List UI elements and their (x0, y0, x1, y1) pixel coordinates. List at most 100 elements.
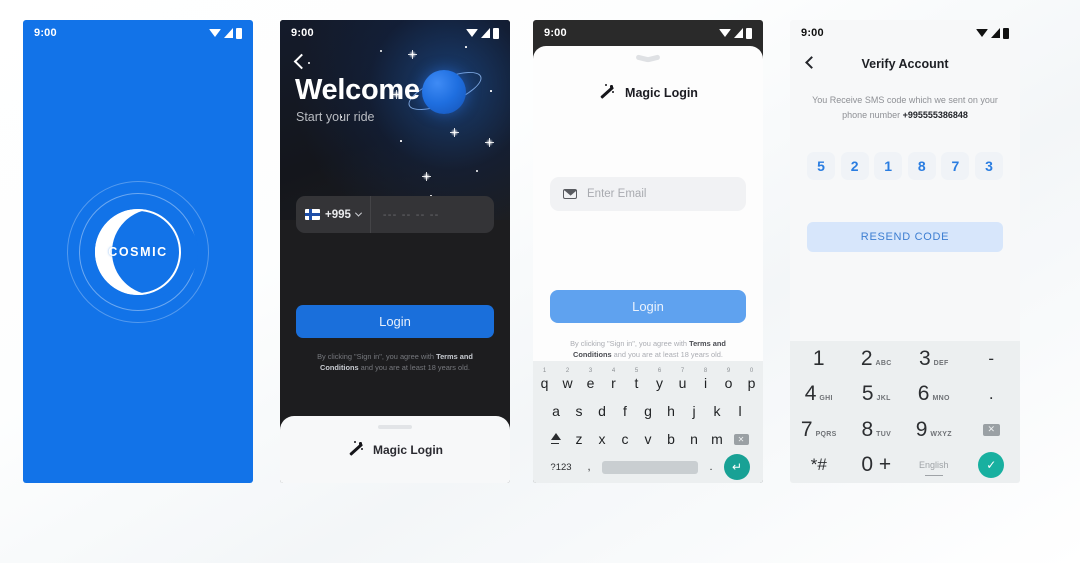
magic-login-sheet[interactable]: Magic Login (280, 416, 510, 483)
keypad-letters: DEF (933, 359, 949, 367)
country-code-selector[interactable]: +995 (296, 196, 371, 233)
login-button[interactable]: Login (550, 290, 746, 323)
wifi-icon (719, 29, 731, 37)
key-n[interactable]: n (684, 431, 704, 447)
key-z[interactable]: z (569, 431, 589, 447)
key-p[interactable]: 0p (742, 368, 762, 391)
keypad-letters: WXYZ (930, 430, 952, 438)
numeric-keypad[interactable]: 1 2 ABC 3 DEF - 4 GHI 5 JKL 6 MNO. 7 PQRS 8 TUV 9 WXYZ ✕ *#… (790, 341, 1020, 483)
space-key[interactable] (602, 460, 698, 474)
keyboard-row-3: zxcvbnm ✕ (533, 425, 763, 453)
key-r[interactable]: 4r (604, 368, 624, 391)
key-w[interactable]: 2w (558, 368, 578, 391)
otp-digit-2[interactable]: 2 (840, 152, 869, 181)
resend-code-button[interactable]: RESEND CODE (807, 222, 1003, 253)
otp-digit-6[interactable]: 3 (974, 152, 1003, 181)
keypad-key-6[interactable]: 6 MNO (918, 382, 950, 406)
key-j[interactable]: j (684, 403, 704, 419)
key-t[interactable]: 5t (627, 368, 647, 391)
keypad-digit: 8 (861, 417, 874, 441)
screen-splash: 9:00 COSMIC (23, 20, 253, 483)
keypad-key-2[interactable]: 2 ABC (861, 347, 892, 371)
otp-digit-1[interactable]: 5 (807, 152, 835, 181)
keypad-key-3[interactable]: 3 DEF (919, 347, 949, 371)
envelope-icon (563, 189, 577, 199)
key-e[interactable]: 3e (581, 368, 601, 391)
key-u[interactable]: 7u (673, 368, 693, 391)
comma-key[interactable]: , (580, 461, 598, 473)
chevron-down-handle-icon[interactable] (636, 56, 660, 65)
period-key[interactable]: . (702, 461, 720, 473)
key-c[interactable]: c (615, 431, 635, 447)
terms-text: By clicking "Sign in", you agree with Te… (310, 351, 480, 374)
back-chevron-icon[interactable] (805, 56, 818, 69)
key-v[interactable]: v (638, 431, 658, 447)
keypad-key-8[interactable]: 8 TUV (861, 418, 891, 442)
key-h[interactable]: h (661, 403, 681, 419)
keypad-key-*#[interactable]: *# (811, 455, 827, 475)
otp-digit-5[interactable]: 7 (941, 152, 970, 181)
keyboard-row-1: 1q2w3e4r5t6y7u8i9o0p (533, 368, 763, 397)
key-f[interactable]: f (615, 403, 635, 419)
keypad-letters: JKL (876, 395, 891, 403)
key-g[interactable]: g (638, 403, 658, 419)
key-o[interactable]: 9o (719, 368, 739, 391)
enter-key[interactable]: ↵ (724, 454, 750, 480)
qwerty-keyboard[interactable]: 1q2w3e4r5t6y7u8i9o0p asdfghjkl zxcvbnm ✕… (533, 361, 763, 483)
keypad-key-0[interactable]: 0 + (861, 453, 891, 477)
keypad-key-9[interactable]: 9 WXYZ (916, 418, 952, 442)
key-superscript: 8 (703, 367, 708, 374)
screen-welcome: 9:00 Welcome Start your ride +995 --- --… (280, 20, 510, 483)
key-superscript: 1 (542, 367, 547, 374)
key-l[interactable]: l (730, 403, 750, 419)
page-title: Magic Login (625, 85, 698, 100)
keypad-key-1[interactable]: 1 (813, 347, 825, 371)
signal-icon (991, 28, 1000, 38)
keypad-digit: 1 (812, 346, 825, 370)
keypad-key-5[interactable]: 5 JKL (862, 382, 891, 406)
sheet-header: Magic Login (533, 84, 763, 101)
keypad-digit: 5 (861, 382, 874, 406)
key-i[interactable]: 8i (696, 368, 716, 391)
keypad-digit: 4 (804, 382, 817, 406)
key-a[interactable]: a (546, 403, 566, 419)
battery-icon (493, 27, 499, 39)
keypad-digit: 6 (917, 382, 930, 406)
key-y[interactable]: 6y (650, 368, 670, 391)
phone-number-input[interactable]: --- -- -- -- (371, 209, 440, 221)
key-m[interactable]: m (707, 431, 727, 447)
keypad-language[interactable]: English (919, 460, 949, 470)
login-button[interactable]: Login (296, 305, 494, 338)
key-x[interactable]: x (592, 431, 612, 447)
terms-prefix: By clicking "Sign in", you agree with (317, 352, 437, 361)
keypad-key-7[interactable]: 7 PQRS (801, 418, 837, 442)
terms-suffix: and you are at least 18 years old. (611, 350, 723, 360)
keypad-backspace[interactable]: ✕ (982, 423, 1000, 436)
backspace-key[interactable]: ✕ (730, 433, 752, 445)
keypad-key-4[interactable]: 4 GHI (805, 382, 833, 406)
shift-key[interactable] (544, 433, 566, 445)
email-input[interactable]: Enter Email (587, 188, 646, 200)
status-icons (719, 27, 752, 39)
wifi-icon (466, 29, 478, 37)
keypad-key-.[interactable]: . (989, 384, 994, 404)
verify-description: You Receive SMS code which we sent on yo… (812, 93, 998, 122)
page-title: Verify Account (861, 57, 949, 71)
symbols-key[interactable]: ?123 (546, 462, 576, 473)
keypad-confirm[interactable]: ✓ (978, 452, 1005, 479)
key-b[interactable]: b (661, 431, 681, 447)
magic-login-sheet: Magic Login Enter Email Login By clickin… (533, 46, 763, 361)
email-field[interactable]: Enter Email (550, 177, 746, 211)
key-q[interactable]: 1q (535, 368, 555, 391)
otp-digit-4[interactable]: 8 (907, 152, 936, 181)
phone-input-row[interactable]: +995 --- -- -- -- (296, 196, 494, 233)
logo-ring-outer: COSMIC (67, 180, 209, 323)
keypad-key--[interactable]: - (988, 349, 994, 369)
key-d[interactable]: d (592, 403, 612, 419)
key-k[interactable]: k (707, 403, 727, 419)
key-superscript: 0 (749, 367, 754, 374)
otp-digit-3[interactable]: 1 (874, 152, 903, 181)
key-s[interactable]: s (569, 403, 589, 419)
terms-text: By clicking "Sign in", you agree with Te… (563, 338, 733, 361)
otp-input-row[interactable]: 521873 (807, 152, 1003, 181)
